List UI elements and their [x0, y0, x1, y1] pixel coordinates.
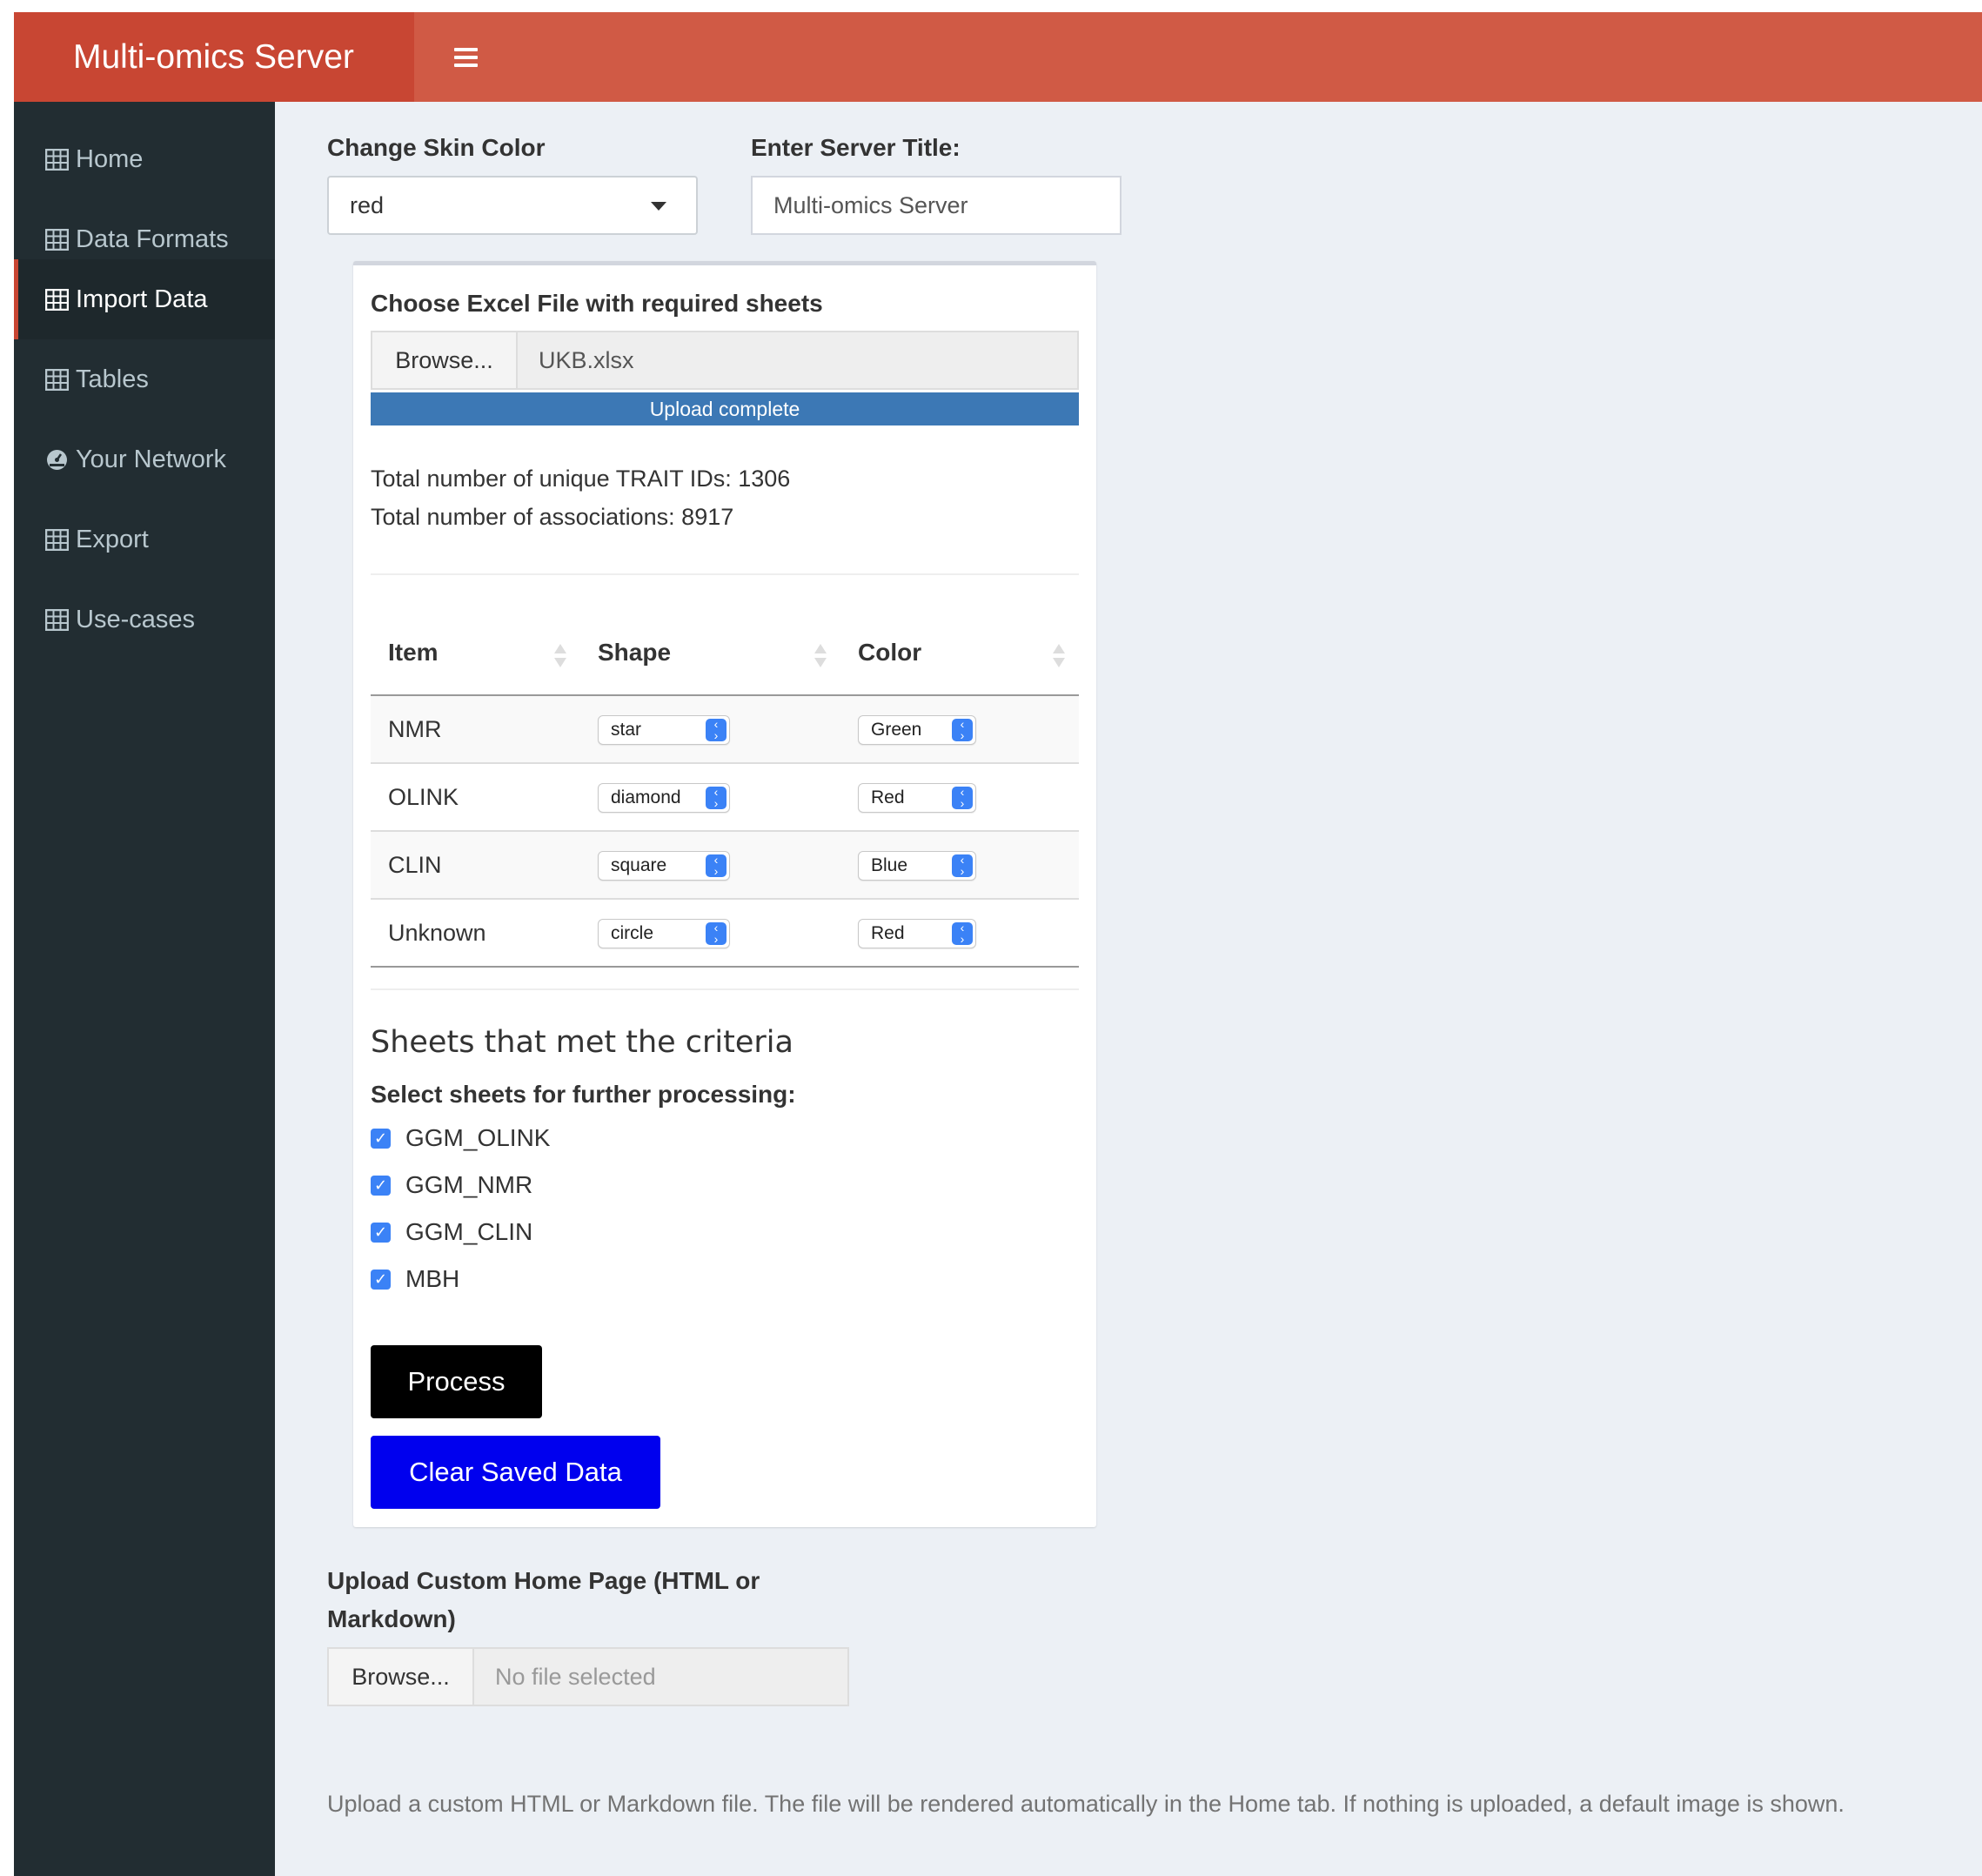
color-select[interactable]: Green ‹ › — [858, 714, 976, 745]
server-title-input[interactable]: Multi-omics Server — [751, 176, 1122, 235]
sidebar-item-label: Data Formats — [76, 224, 229, 253]
hamburger-icon — [453, 47, 478, 67]
sheet-checkbox-ggm-clin[interactable]: ✓ GGM_CLIN — [371, 1218, 532, 1246]
divider — [371, 988, 1079, 990]
table-icon — [45, 148, 69, 171]
sidebar-item-tables[interactable]: Tables — [14, 339, 275, 419]
sheet-checkbox-ggm-olink[interactable]: ✓ GGM_OLINK — [371, 1124, 550, 1152]
custom-home-browse-button[interactable]: Browse... — [327, 1647, 474, 1706]
select-arrows-icon: ‹ › — [952, 786, 973, 809]
select-arrows-icon: ‹ › — [706, 718, 727, 741]
table-icon — [45, 228, 69, 251]
column-header-color[interactable]: Color — [840, 611, 1079, 696]
custom-home-file-field[interactable]: No file selected — [474, 1647, 849, 1706]
item-style-table: Item Shape Color NMR star ‹ › Green ‹ › OLIN… — [371, 611, 1079, 968]
table-icon — [45, 368, 69, 391]
sidebar-item-import-data[interactable]: Import Data — [14, 259, 275, 339]
item-cell: NMR — [371, 695, 580, 764]
skin-color-value: red — [350, 191, 385, 218]
table-row: Unknown circle ‹ › Red ‹ › — [371, 899, 1079, 968]
shape-select[interactable]: circle ‹ › — [598, 918, 730, 948]
sidebar-item-label: Import Data — [76, 285, 208, 313]
table-row: OLINK diamond ‹ › Red ‹ › — [371, 763, 1079, 832]
shape-select[interactable]: square ‹ › — [598, 850, 730, 881]
shape-select[interactable]: star ‹ › — [598, 714, 730, 745]
custom-home-file-input[interactable]: Browse... No file selected — [327, 1647, 849, 1706]
sidebar-item-home[interactable]: Home — [14, 119, 275, 199]
browse-button[interactable]: Browse... — [371, 331, 518, 390]
color-select[interactable]: Red ‹ › — [858, 782, 976, 813]
custom-home-label-line2: Markdown) — [327, 1605, 456, 1632]
sidebar-item-label: Use-cases — [76, 605, 195, 633]
item-cell: OLINK — [371, 763, 580, 832]
sort-icon — [554, 644, 566, 670]
sidebar-toggle-button[interactable] — [428, 12, 503, 102]
sheet-checkbox-mbh[interactable]: ✓ MBH — [371, 1265, 459, 1293]
clear-saved-data-button[interactable]: Clear Saved Data — [371, 1436, 660, 1509]
sort-icon — [814, 644, 827, 670]
select-arrows-icon: ‹ › — [706, 921, 727, 945]
sidebar-item-label: Export — [76, 525, 149, 553]
server-title-value: Multi-omics Server — [773, 191, 968, 218]
trait-count-text: Total number of unique TRAIT IDs: 1306 — [371, 466, 791, 492]
import-box: Choose Excel File with required sheets B… — [353, 261, 1096, 1527]
caret-down-icon — [651, 202, 666, 211]
upload-progress-text: Upload complete — [371, 392, 1079, 425]
checkbox-checked-icon[interactable]: ✓ — [371, 1269, 391, 1290]
skin-color-select[interactable]: red — [327, 176, 698, 235]
sheets-section-title: Sheets that met the criteria — [371, 1025, 793, 1060]
select-arrows-icon: ‹ › — [952, 854, 973, 877]
sidebar-item-label: Tables — [76, 365, 149, 393]
divider — [371, 573, 1079, 575]
app-logo-title[interactable]: Multi-omics Server — [14, 12, 414, 102]
sheets-select-label: Select sheets for further processing: — [371, 1081, 796, 1108]
sidebar-item-use-cases[interactable]: Use-cases — [14, 580, 275, 660]
custom-home-help-text: Upload a custom HTML or Markdown file. T… — [327, 1791, 1845, 1817]
color-select[interactable]: Blue ‹ › — [858, 850, 976, 881]
excel-file-label: Choose Excel File with required sheets — [371, 290, 823, 317]
column-header-shape[interactable]: Shape — [580, 611, 840, 696]
skin-color-label: Change Skin Color — [327, 134, 546, 161]
select-arrows-icon: ‹ › — [706, 854, 727, 877]
top-navbar: Multi-omics Server — [14, 12, 1982, 102]
select-arrows-icon: ‹ › — [952, 718, 973, 741]
sidebar-item-label: Your Network — [76, 445, 227, 473]
table-row: CLIN square ‹ › Blue ‹ › — [371, 831, 1079, 900]
custom-home-label-line1: Upload Custom Home Page (HTML or — [327, 1567, 760, 1594]
checkbox-checked-icon[interactable]: ✓ — [371, 1128, 391, 1149]
color-select[interactable]: Red ‹ › — [858, 918, 976, 948]
sidebar-item-your-network[interactable]: Your Network — [14, 419, 275, 499]
sidebar-item-label: Home — [76, 144, 144, 173]
sidebar: Home Data Formats Import Data Tables You… — [14, 102, 275, 1876]
server-title-label: Enter Server Title: — [751, 134, 961, 161]
table-icon — [45, 288, 69, 311]
item-cell: CLIN — [371, 831, 580, 900]
association-count-text: Total number of associations: 8917 — [371, 504, 734, 530]
table-row: NMR star ‹ › Green ‹ › — [371, 695, 1079, 764]
process-button[interactable]: Process — [371, 1345, 542, 1418]
table-icon — [45, 528, 69, 551]
shape-select[interactable]: diamond ‹ › — [598, 782, 730, 813]
checkbox-checked-icon[interactable]: ✓ — [371, 1175, 391, 1196]
file-name-field[interactable]: UKB.xlsx — [518, 331, 1079, 390]
sort-icon — [1053, 644, 1065, 670]
table-icon — [45, 608, 69, 631]
item-cell: Unknown — [371, 899, 580, 968]
sidebar-item-export[interactable]: Export — [14, 499, 275, 580]
select-arrows-icon: ‹ › — [952, 921, 973, 945]
excel-file-input[interactable]: Browse... UKB.xlsx — [371, 331, 1079, 390]
select-arrows-icon: ‹ › — [706, 786, 727, 809]
sheet-checkbox-ggm-nmr[interactable]: ✓ GGM_NMR — [371, 1171, 532, 1199]
column-header-item[interactable]: Item — [371, 611, 580, 696]
checkbox-checked-icon[interactable]: ✓ — [371, 1222, 391, 1243]
upload-progress-bar: Upload complete — [371, 392, 1079, 425]
dashboard-icon — [47, 449, 67, 470]
